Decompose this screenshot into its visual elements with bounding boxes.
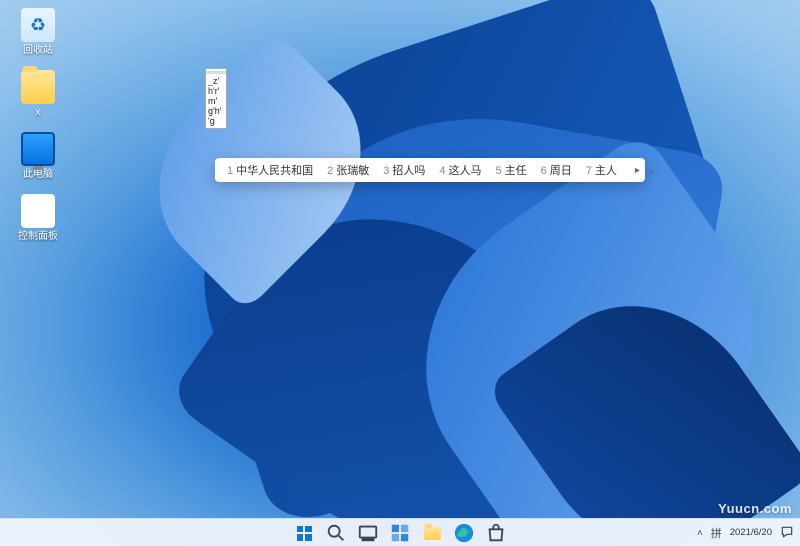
recycle-bin-icon[interactable]: 回收站 [10, 8, 66, 56]
ime-candidate-5[interactable]: 5主任 [496, 162, 527, 178]
widgets-icon [389, 522, 411, 544]
this-pc-label: 此电脑 [10, 169, 66, 180]
search-icon [325, 522, 347, 544]
control-panel[interactable]: 控制面板 [10, 194, 66, 242]
task-view-icon [357, 522, 379, 544]
ime-candidate-3[interactable]: 3招人吗 [383, 162, 425, 178]
clock-date[interactable]: 2021/6/20 [730, 528, 772, 538]
notepad-line: 'g [206, 116, 226, 126]
edge-button[interactable] [453, 522, 475, 544]
desktop-icons: 回收站 x 此电脑 控制面板 [10, 8, 70, 256]
folder-icon [21, 70, 55, 104]
task-view-button[interactable] [357, 522, 379, 544]
ime-next-page[interactable]: ▸ [631, 165, 644, 176]
notification-icon [780, 525, 794, 539]
search-button[interactable] [325, 522, 347, 544]
control-panel-icon [21, 194, 55, 228]
this-pc[interactable]: 此电脑 [10, 132, 66, 180]
tray-overflow[interactable]: ˄ [697, 528, 703, 539]
notepad-window[interactable]: _z' h'r' m' g'h' 'g [205, 68, 227, 129]
ime-candidate-1[interactable]: 1中华人民共和国 [227, 162, 313, 178]
recycle-bin-label: 回收站 [10, 45, 66, 56]
monitor-icon [21, 132, 55, 166]
tray-date: 2021/6/20 [730, 528, 772, 538]
notification-center[interactable] [780, 525, 794, 542]
recycle-icon [21, 8, 55, 42]
store-icon [485, 522, 507, 544]
ime-candidate-bar[interactable]: 1中华人民共和国 2张瑞敏 3招人吗 4这人马 5主任 6周日 7主人 ▸ ⌄ [215, 158, 645, 182]
folder-x-label: x [10, 107, 66, 118]
desktop[interactable]: 回收站 x 此电脑 控制面板 _z' h'r' m' g'h' 'g 1中华人民… [0, 0, 800, 546]
windows-logo-icon [297, 526, 312, 541]
ime-indicator[interactable]: 拼 [711, 525, 722, 541]
ime-candidate-4[interactable]: 4这人马 [439, 162, 481, 178]
folder-icon [424, 527, 441, 540]
taskbar[interactable]: ˄ 拼 2021/6/20 [0, 518, 800, 546]
store-button[interactable] [485, 522, 507, 544]
watermark: Yuucn.com [718, 501, 792, 516]
notepad-titlebar[interactable] [206, 71, 226, 74]
notepad-line: g'h' [206, 106, 226, 116]
notepad-line: h'r' [206, 86, 226, 96]
wallpaper-bloom [0, 0, 800, 518]
widgets-button[interactable] [389, 522, 411, 544]
notepad-line: m' [206, 96, 226, 106]
ime-candidate-2[interactable]: 2张瑞敏 [327, 162, 369, 178]
taskbar-center [293, 522, 507, 544]
notepad-line: _z' [206, 76, 226, 86]
ime-candidate-7[interactable]: 7主人 [586, 162, 617, 178]
start-button[interactable] [293, 522, 315, 544]
file-explorer-button[interactable] [421, 522, 443, 544]
folder-x[interactable]: x [10, 70, 66, 118]
ime-candidate-6[interactable]: 6周日 [541, 162, 572, 178]
edge-icon [453, 522, 475, 544]
ime-expand[interactable]: ⌄ [644, 165, 660, 176]
system-tray: ˄ 拼 2021/6/20 [697, 519, 794, 546]
control-panel-label: 控制面板 [10, 231, 66, 242]
